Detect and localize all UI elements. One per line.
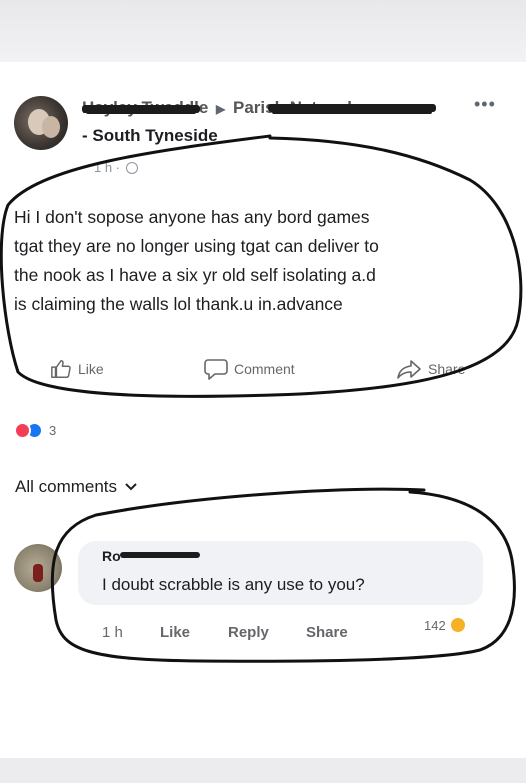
screenshot-bottom-margin: [0, 758, 526, 783]
public-globe-icon: [125, 162, 138, 174]
thumbs-up-icon: [51, 360, 71, 378]
post-card: [0, 62, 526, 758]
comments-filter-label: All comments: [15, 477, 118, 496]
like-label: Like: [78, 361, 104, 377]
post-meta: 1 h ·: [94, 160, 138, 175]
comment-share-button[interactable]: Share: [306, 624, 348, 641]
comment-text: I doubt scrabble is any use to you?: [102, 575, 365, 594]
reaction-summary[interactable]: 3: [14, 420, 56, 440]
comment-author-name[interactable]: Ro: [102, 548, 121, 564]
post-text-line: tgat they are no longer using tgat can d…: [14, 236, 379, 256]
post-text-line: is claiming the walls lol thank.u in.adv…: [14, 294, 343, 314]
avatar-face-2: [42, 116, 60, 138]
reaction-emoji-icon: [451, 618, 466, 632]
comment-reaction-count[interactable]: 142: [424, 618, 466, 633]
comment-reaction-count-text: 142: [424, 618, 446, 633]
post-text-line: Hi I don't sopose anyone has any bord ga…: [14, 207, 370, 227]
comment-bubble: [78, 541, 483, 605]
comment-author[interactable]: Ro: [102, 548, 200, 564]
comments-filter-dropdown[interactable]: All comments: [15, 477, 137, 497]
comment-label: Comment: [234, 361, 295, 377]
redaction-scribble: [86, 110, 196, 114]
post-body: Hi I don't sopose anyone has any bord ga…: [14, 203, 510, 319]
share-label: Share: [428, 361, 466, 377]
comment-bubble-icon: [204, 359, 228, 380]
chevron-down-icon: [125, 483, 137, 491]
post-author-line: Hayley Tweddle ▶ Parish Network: [82, 98, 462, 124]
redaction-scribble: [120, 552, 200, 558]
screenshot-top-margin: [0, 0, 526, 62]
comment-like-button[interactable]: Like: [160, 624, 190, 641]
avatar-figure: [33, 564, 43, 582]
reaction-count: 3: [49, 422, 57, 438]
author-avatar[interactable]: [14, 96, 68, 150]
comment-reply-button[interactable]: Reply: [228, 624, 269, 641]
share-arrow-icon: [397, 360, 421, 379]
love-reaction-icon: [14, 421, 31, 439]
post-timestamp[interactable]: 1 h ·: [94, 160, 120, 175]
share-arrow-icon: ▶: [216, 102, 226, 116]
like-button[interactable]: Like: [50, 356, 104, 382]
commenter-avatar[interactable]: [14, 544, 62, 592]
share-button[interactable]: Share: [396, 356, 465, 382]
comment-time[interactable]: 1 h: [102, 624, 123, 641]
comment-button[interactable]: Comment: [204, 356, 295, 382]
group-location[interactable]: - South Tyneside: [82, 126, 218, 146]
redaction-scribble: [272, 110, 432, 114]
post-text-line: the nook as I have a six yr old self iso…: [14, 265, 376, 285]
more-options-icon[interactable]: •••: [474, 95, 508, 113]
